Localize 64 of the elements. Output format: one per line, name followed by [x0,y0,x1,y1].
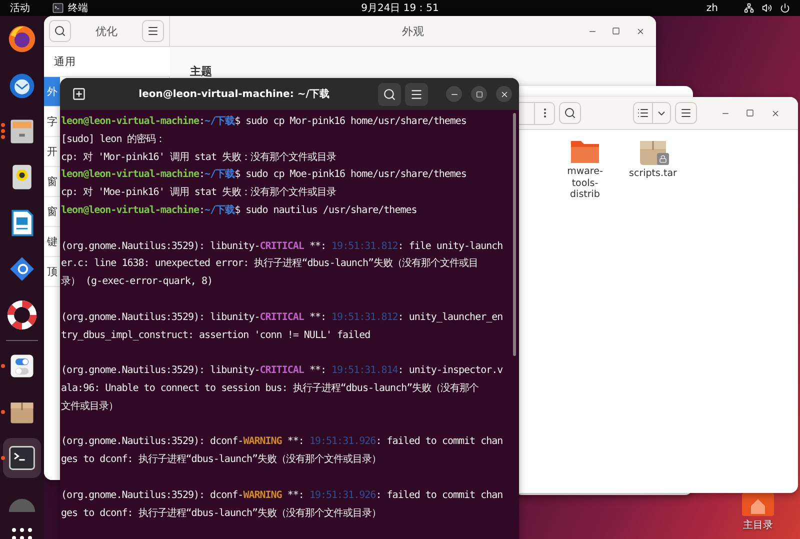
new-tab-icon [72,87,86,101]
app-menu[interactable]: 终端 [52,1,88,15]
dock-button[interactable] [3,438,41,478]
terminal-line: leon@leon-virtual-machine:~/下载$ sudo cp Mor-pink16 home/usr/share/themes [61,114,466,129]
menu-button[interactable] [142,20,164,42]
terminal-line: ges to dconf: 执行子进程“dbus-launch”失败（没有那个文件或目录） [61,506,382,521]
window-title: 优化 [96,24,118,38]
browser-icon [7,24,37,54]
terminal-icon [52,2,64,14]
volume-icon[interactable] [762,3,772,13]
search-icon [54,25,66,37]
terminal-line: (org.gnome.Nautilus:3529): dconf-WARNING **: 19:51:31.926: failed to commit chan [61,488,503,503]
clock[interactable]: 9月24日 19：51 [361,1,439,15]
sidebar-item[interactable]: 通用 [44,47,170,77]
minimize-button[interactable] [446,86,462,102]
desktop-icon-label[interactable]: 主目录 [743,518,773,532]
maximize-icon [476,90,482,98]
power-icon[interactable] [780,3,790,13]
close-icon [500,90,508,98]
close-button[interactable] [496,86,512,102]
section-heading: 主题 [190,64,213,79]
file-name[interactable]: mware-tools-distrib [561,166,609,200]
close-icon [636,26,644,36]
search-icon [383,88,396,100]
terminal-line: cp: 对 'Mor-pink16' 调用 stat 失败：没有那个文件或目录 [61,150,336,165]
network-icon[interactable] [744,3,754,13]
maximize-button[interactable] [471,86,487,102]
search-button[interactable] [49,20,71,42]
sidebar-item[interactable]: 外 [44,77,60,107]
terminal-line: (org.gnome.Nautilus:3529): libunity-CRITICAL **: 19:51:31.812: file unity-launch [61,240,503,254]
file-name[interactable]: scripts.tar [629,168,677,180]
terminal-line: ges to dconf: 执行子进程“dbus-launch”失败（没有那个文件或目录） [61,452,382,468]
search-button[interactable] [559,102,581,124]
terminal-line: ala:96: Unable to connect to session bus: 执行子进程“dbus-launch”失败（没有那个 [61,382,479,396]
menu-button[interactable] [675,102,697,124]
terminal-line: er.c: line 1638: unexpected error: 执行子进程“dbus-launch”失败（没有那个文件或目 [61,256,478,272]
terminal-line: try_dbus_impl_construct: assertion 'conn != NULL' failed [61,328,370,343]
menu-icon [680,107,692,119]
terminal-line: leon@leon-virtual-machine:~/下载$ sudo cp Moe-pink16 home/usr/share/themes [61,168,466,182]
terminal-line: 录） (g-exec-error-quark, 8) [61,275,212,290]
terminal-line: (org.gnome.Nautilus:3529): dconf-WARNING **: 19:51:31.926: failed to commit chan [61,435,503,450]
menu-button[interactable] [405,82,428,106]
terminal-line: (org.gnome.Nautilus:3529): libunity-CRITICAL **: 19:51:31.812: unity_launcher_en [61,310,503,325]
terminal-line: 文件或目录） [61,400,118,414]
menu-icon [410,88,423,100]
close-icon [770,108,780,118]
window-title: leon@leon-virtual-machine: ~/下载 [138,88,330,101]
activities-button[interactable]: 活动 [10,1,30,15]
search-icon [564,107,576,119]
terminal-line: (org.gnome.Nautilus:3529): libunity-CRITICAL **: 19:51:31.814: unity-inspector.v [61,364,503,378]
terminal-line: cp: 对 'Moe-pink16' 调用 stat 失败：没有那个文件或目录 [61,186,336,200]
scrollbar[interactable] [513,113,516,356]
home-folder-icon[interactable] [741,492,775,516]
terminal-line: [sudo] leon 的密码： [61,132,166,147]
maximize-icon [612,27,620,35]
menu-icon [147,25,159,37]
page-title: 外观 [402,24,424,38]
terminal-icon [7,443,37,473]
maximize-icon [746,109,754,117]
lifebuoy-icon [7,300,37,330]
search-button[interactable] [378,82,401,106]
folder-icon [570,138,600,164]
terminal-line: leon@leon-virtual-machine:~/下载$ sudo nautilus /usr/share/themes [61,204,417,218]
input-method[interactable]: zh [706,2,718,14]
